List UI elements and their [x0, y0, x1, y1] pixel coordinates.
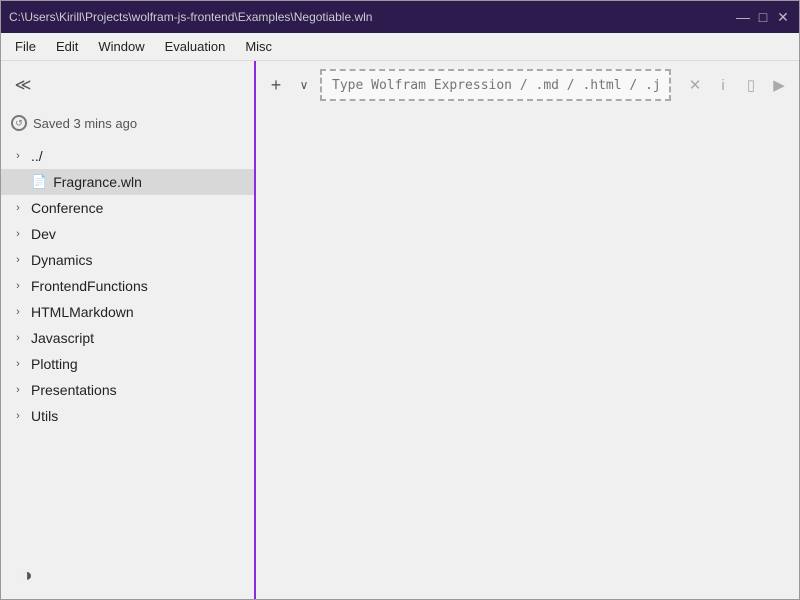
title-bar-controls: — □ ✕	[735, 9, 791, 25]
expression-input[interactable]	[320, 69, 671, 101]
main-content: ≪ ↺ Saved 3 mins ago › ../ 📄 Fragrance.w…	[1, 61, 799, 599]
saved-icon: ↺	[11, 115, 27, 131]
chevron-icon: ›	[11, 383, 25, 397]
menu-bar: File Edit Window Evaluation Misc	[1, 33, 799, 61]
tree-item-plotting[interactable]: › Plotting	[1, 351, 254, 377]
info-button[interactable]: i	[711, 73, 735, 97]
app-window: C:\Users\Kirill\Projects\wolfram-js-fron…	[0, 0, 800, 600]
editor-area: + ∨ ✕ i ▯ ▶	[256, 61, 799, 599]
sidebar: ≪ ↺ Saved 3 mins ago › ../ 📄 Fragrance.w…	[1, 61, 256, 599]
file-tree: › ../ 📄 Fragrance.wln › Conference ›	[1, 143, 254, 551]
add-cell-button[interactable]: +	[264, 73, 288, 97]
tree-item-utils[interactable]: › Utils	[1, 403, 254, 429]
minimize-button[interactable]: —	[735, 9, 751, 25]
menu-file[interactable]: File	[5, 35, 46, 58]
title-bar-left: C:\Users\Kirill\Projects\wolfram-js-fron…	[9, 10, 372, 24]
cell-type-dropdown[interactable]: ∨	[294, 73, 314, 97]
editor-canvas	[256, 109, 799, 599]
window-title: C:\Users\Kirill\Projects\wolfram-js-fron…	[9, 10, 372, 24]
menu-edit[interactable]: Edit	[46, 35, 88, 58]
tree-item-frontendfunctions[interactable]: › FrontendFunctions	[1, 273, 254, 299]
close-cell-button[interactable]: ✕	[683, 73, 707, 97]
run-button[interactable]: ▶	[767, 73, 791, 97]
menu-misc[interactable]: Misc	[235, 35, 282, 58]
chevron-icon: ›	[11, 253, 25, 267]
close-button[interactable]: ✕	[775, 9, 791, 25]
tree-item-dev[interactable]: › Dev	[1, 221, 254, 247]
tree-item-fragrance[interactable]: 📄 Fragrance.wln	[1, 169, 254, 195]
chevron-icon: ›	[11, 331, 25, 345]
chevron-icon: ›	[11, 149, 25, 163]
chevron-icon: ›	[11, 201, 25, 215]
sidebar-bottom: ◑	[1, 551, 254, 599]
tree-item-htmlmarkdown[interactable]: › HTMLMarkdown	[1, 299, 254, 325]
file-icon: 📄	[31, 174, 47, 190]
tree-item-conference[interactable]: › Conference	[1, 195, 254, 221]
saved-status: ↺ Saved 3 mins ago	[1, 109, 254, 143]
chevron-icon: ›	[11, 357, 25, 371]
maximize-button[interactable]: □	[755, 9, 771, 25]
theme-toggle-button[interactable]: ◑	[13, 561, 41, 589]
chevron-icon: ›	[11, 305, 25, 319]
sidebar-toolbar: ≪	[1, 61, 254, 109]
chevron-icon: ›	[11, 227, 25, 241]
saved-status-text: Saved 3 mins ago	[33, 116, 137, 131]
spacer-icon	[11, 175, 25, 189]
chevron-icon: ›	[11, 409, 25, 423]
tree-item-javascript[interactable]: › Javascript	[1, 325, 254, 351]
title-bar: C:\Users\Kirill\Projects\wolfram-js-fron…	[1, 1, 799, 33]
editor-actions: ✕ i ▯ ▶	[683, 73, 791, 97]
collapse-button[interactable]: ≪	[9, 71, 37, 99]
editor-toolbar: + ∨ ✕ i ▯ ▶	[256, 61, 799, 109]
tree-item-presentations[interactable]: › Presentations	[1, 377, 254, 403]
tree-item-dynamics[interactable]: › Dynamics	[1, 247, 254, 273]
tree-item-parent[interactable]: › ../	[1, 143, 254, 169]
menu-window[interactable]: Window	[88, 35, 154, 58]
expand-button[interactable]: ▯	[739, 73, 763, 97]
chevron-icon: ›	[11, 279, 25, 293]
menu-evaluation[interactable]: Evaluation	[155, 35, 236, 58]
